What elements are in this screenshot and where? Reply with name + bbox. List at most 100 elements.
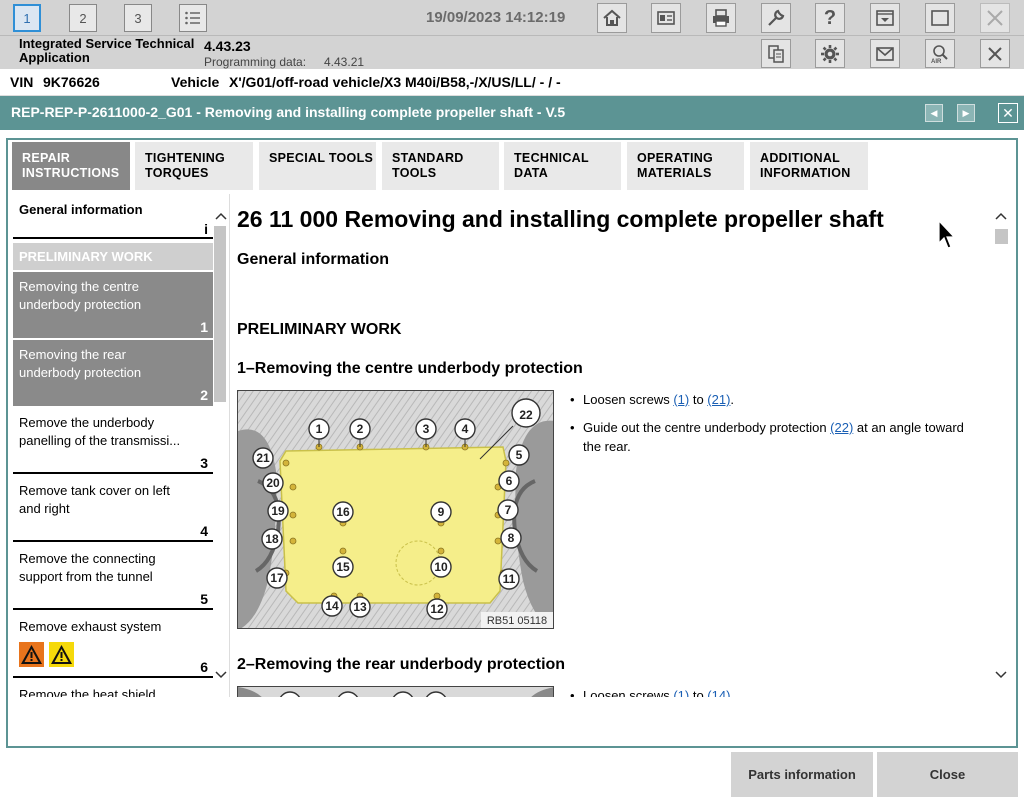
sidebar-item-step-5[interactable]: Remove the connecting support from the t…	[13, 544, 213, 610]
step-2-heading: 2–Removing the rear underbody protection	[237, 656, 566, 673]
close-button[interactable]: Close	[877, 752, 1018, 797]
callout-15: 15	[332, 556, 354, 578]
parts-information-button[interactable]: Parts information	[731, 752, 873, 797]
link-screw-1[interactable]: (1)	[673, 392, 689, 407]
link-screw-21[interactable]: (21)	[707, 392, 730, 407]
tab-standard-tools[interactable]: STANDARD TOOLS	[382, 142, 499, 190]
help-icon[interactable]: ?	[815, 3, 845, 33]
sidebar-section-preliminary[interactable]: PRELIMINARY WORK	[13, 243, 213, 270]
home-icon[interactable]	[597, 3, 627, 33]
vehicle-bar: VIN 9K76626 Vehicle X'/G01/off-road vehi…	[0, 69, 1024, 96]
vehicle-info-icon[interactable]	[651, 3, 681, 33]
link-part-22[interactable]: (22)	[830, 420, 853, 435]
vehicle-value: X'/G01/off-road vehicle/X3 M40i/B58,-/X/…	[229, 74, 561, 90]
scroll-down-icon[interactable]	[215, 671, 227, 679]
content-scroll-up-icon[interactable]	[995, 212, 1007, 220]
close-session-icon[interactable]	[980, 39, 1010, 68]
sidebar-item-step-2[interactable]: Removing the rear underbody protection 2	[13, 340, 213, 406]
callout-7: 7	[497, 499, 519, 521]
callout-16: 16	[332, 501, 354, 523]
print-icon[interactable]	[706, 3, 736, 33]
sidebar-scroll-thumb[interactable]	[214, 226, 226, 402]
content-scroll-thumb[interactable]	[995, 229, 1008, 244]
scroll-up-icon[interactable]	[215, 212, 227, 220]
svg-text:13: 13	[353, 600, 367, 614]
next-icon[interactable]: ▶	[957, 104, 975, 122]
documents-icon[interactable]	[761, 39, 791, 68]
air-search-icon[interactable]: AIR	[925, 39, 955, 68]
session-tab-3[interactable]: 3	[124, 4, 152, 32]
page-title: 26 11 000 Removing and installing comple…	[237, 206, 884, 232]
link-rear-screw-1[interactable]: (1)	[673, 688, 689, 697]
tab-technical-data[interactable]: TECHNICAL DATA	[504, 142, 621, 190]
svg-text:4: 4	[462, 422, 469, 436]
svg-text:1: 1	[316, 422, 323, 436]
tab-operating-materials[interactable]: OPERATING MATERIALS	[627, 142, 744, 190]
svg-text:12: 12	[430, 602, 444, 616]
tab-special-tools[interactable]: SPECIAL TOOLS	[259, 142, 376, 190]
callout-6: 6	[498, 470, 520, 492]
general-information-heading: General information	[237, 251, 390, 268]
settings-gear-icon[interactable]	[815, 39, 845, 68]
exit-icon[interactable]	[980, 3, 1010, 33]
step-2-bullet-1: • Loosen screws (1) to (14)	[570, 686, 980, 697]
download-icon[interactable]	[870, 3, 900, 33]
list-icon[interactable]	[179, 4, 207, 32]
svg-text:17: 17	[270, 571, 284, 585]
content-scroll-down-icon[interactable]	[995, 671, 1007, 679]
link-rear-screw-14[interactable]: (14)	[707, 688, 730, 697]
sidebar-item-step-3[interactable]: Remove the underbody panelling of the tr…	[13, 408, 213, 474]
callout-10: 10	[430, 556, 452, 578]
svg-text:22: 22	[519, 408, 533, 422]
datetime: 19/09/2023 14:12:19	[426, 9, 566, 26]
content-scrollbar[interactable]	[993, 194, 1009, 697]
callout-9: 9	[430, 501, 452, 523]
callout-3: 3	[415, 418, 437, 440]
step-1-heading: 1–Removing the centre underbody protecti…	[237, 360, 583, 377]
svg-text:6: 6	[506, 474, 513, 488]
close-document-icon[interactable]: ✕	[998, 103, 1018, 123]
session-tab-2[interactable]: 2	[69, 4, 97, 32]
svg-text:5: 5	[516, 448, 523, 462]
callout-5: 5	[508, 444, 530, 466]
app-version: 4.43.23	[204, 38, 251, 54]
previous-icon[interactable]: ◀	[925, 104, 943, 122]
callout-20: 20	[262, 472, 284, 494]
sidebar-item-step-7[interactable]: Remove the heat shield	[13, 680, 213, 697]
figure-id: RB51 05118	[487, 615, 547, 627]
callout-11: 11	[498, 568, 520, 590]
callout-4: 4	[454, 418, 476, 440]
app-name: Integrated Service Technical Application	[19, 36, 195, 65]
svg-text:16: 16	[336, 505, 350, 519]
mail-icon[interactable]	[870, 39, 900, 68]
svg-text:7: 7	[505, 503, 512, 517]
tab-tightening-torques[interactable]: TIGHTENING TORQUES	[135, 142, 253, 190]
callout-13: 13	[349, 596, 371, 618]
tab-repair-instructions[interactable]: REPAIR INSTRUCTIONS	[12, 142, 130, 190]
step-1-bullet-2: • Guide out the centre underbody protect…	[570, 420, 964, 454]
svg-text:3: 3	[423, 422, 430, 436]
svg-text:21: 21	[256, 451, 270, 465]
tab-additional-information[interactable]: ADDITIONAL INFORMATION	[750, 142, 868, 190]
maximize-icon[interactable]	[925, 3, 955, 33]
sidebar-item-step-6[interactable]: Remove exhaust system 6	[13, 612, 213, 678]
repair-instructions-content: 26 11 000 Removing and installing comple…	[229, 194, 993, 697]
sidebar-item-step-1[interactable]: Removing the centre underbody protection…	[13, 272, 213, 338]
callout-1: 1	[308, 418, 330, 440]
vin-value: 9K76626	[43, 74, 100, 90]
callout-14: 14	[321, 595, 343, 617]
svg-text:18: 18	[265, 532, 279, 546]
sidebar-item-step-4[interactable]: Remove tank cover on left and right 4	[13, 476, 213, 542]
svg-text:10: 10	[434, 560, 448, 574]
wrench-icon[interactable]	[761, 3, 791, 33]
callout-22: 22	[511, 398, 541, 428]
sidebar-item-general-information[interactable]: General information i	[13, 194, 213, 239]
svg-text:11: 11	[503, 572, 516, 586]
vehicle-label: Vehicle	[171, 74, 220, 90]
callout-21: 21	[252, 447, 274, 469]
document-title: REP-REP-P-2611000-2_G01 - Removing and i…	[11, 104, 566, 120]
svg-text:AIR: AIR	[931, 59, 942, 64]
warning-icons	[19, 642, 74, 667]
vin-label: VIN	[10, 74, 34, 90]
session-tab-1[interactable]: 1	[13, 4, 41, 32]
